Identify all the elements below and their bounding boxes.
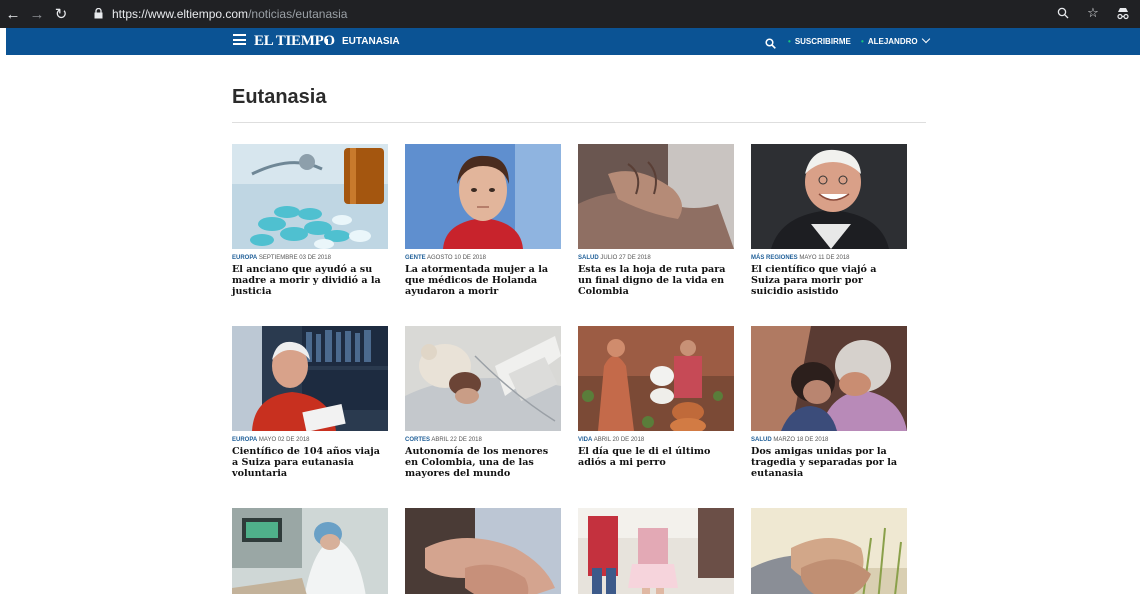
article-meta: CORTES ABRIL 22 DE 2018 [405,436,561,444]
article-meta: SALUD JULIO 27 DE 2018 [578,254,734,262]
article-card[interactable] [232,508,388,594]
article-date: ABRIL 20 DE 2018 [593,437,645,443]
zoom-icon[interactable] [1054,4,1072,22]
url-domain: https://www.eltiempo.com [112,6,249,21]
article-card[interactable]: VIDA ABRIL 20 DE 2018 El día que le di e… [578,326,734,468]
article-thumbnail[interactable] [405,144,561,249]
url-text[interactable]: https://www.eltiempo.com/noticias/eutana… [112,7,347,21]
article-meta: EUROPA SEPTIEMBRE 03 DE 2018 [232,254,388,262]
article-card[interactable]: EUROPA SEPTIEMBRE 03 DE 2018 El anciano … [232,144,388,298]
subscribe-link[interactable]: SUSCRIBIRME [788,37,851,46]
article-headline[interactable]: Dos amigas unidas por la tragedia y sepa… [751,446,907,480]
site-logo[interactable]: EL TIEMPO [254,33,335,50]
hamburger-menu-icon[interactable] [233,34,246,45]
article-card[interactable]: SALUD MARZO 18 DE 2018 Dos amigas unidas… [751,326,907,480]
article-meta: GENTE AGOSTO 10 DE 2018 [405,254,561,262]
article-category[interactable]: SALUD [578,255,599,261]
article-thumbnail[interactable] [232,326,388,431]
url-path: /noticias/eutanasia [248,6,348,21]
article-card[interactable]: CORTES ABRIL 22 DE 2018 Autonomía de los… [405,326,561,480]
article-date: SEPTIEMBRE 03 DE 2018 [258,255,331,261]
article-thumbnail[interactable] [751,144,907,249]
article-date: AGOSTO 10 DE 2018 [427,255,486,261]
address-bar[interactable]: https://www.eltiempo.com/noticias/eutana… [86,3,1116,24]
incognito-icon[interactable] [1114,4,1132,22]
article-category[interactable]: CORTES [405,437,430,443]
article-category[interactable]: GENTE [405,255,426,261]
article-card[interactable] [751,508,907,594]
browser-toolbar: ← → ↻ https://www.eltiempo.com/noticias/… [0,0,1140,28]
article-thumbnail[interactable] [405,508,561,594]
article-category[interactable]: SALUD [751,437,772,443]
site-header: EL TIEMPO EUTANASIA SUSCRIBIRME ALEJANDR… [6,28,1140,55]
article-card[interactable]: GENTE AGOSTO 10 DE 2018 La atormentada m… [405,144,561,298]
article-headline[interactable]: El científico que viajó a Suiza para mor… [751,264,907,298]
article-thumbnail[interactable] [578,144,734,249]
reload-icon[interactable]: ↻ [50,3,72,25]
chevron-down-icon [921,34,930,44]
lock-icon [92,7,104,21]
page-title: Eutanasia [232,86,327,108]
article-card[interactable]: MÁS REGIONES MAYO 11 DE 2018 El científi… [751,144,907,298]
user-name: ALEJANDRO [867,37,918,46]
article-meta: MÁS REGIONES MAYO 11 DE 2018 [751,254,907,262]
article-headline[interactable]: Científico de 104 años viaja a Suiza par… [232,446,388,480]
forward-arrow-icon[interactable]: → [26,3,48,25]
article-card[interactable]: EUROPA MAYO 02 DE 2018 Científico de 104… [232,326,388,480]
article-card[interactable] [405,508,561,594]
title-divider [232,122,926,123]
article-card[interactable]: SALUD JULIO 27 DE 2018 Esta es la hoja d… [578,144,734,298]
article-thumbnail[interactable] [578,326,734,431]
article-category[interactable]: VIDA [578,437,592,443]
article-date: ABRIL 22 DE 2018 [431,437,482,443]
article-card[interactable] [578,508,734,594]
article-date: MAYO 11 DE 2018 [799,255,850,261]
article-headline[interactable]: Autonomía de los menores en Colombia, un… [405,446,561,480]
article-thumbnail[interactable] [405,326,561,431]
article-headline[interactable]: El día que le di el último adiós a mi pe… [578,446,734,468]
article-category[interactable]: MÁS REGIONES [751,255,798,261]
article-headline[interactable]: La atormentada mujer a la que médicos de… [405,264,561,298]
article-thumbnail[interactable] [751,326,907,431]
user-menu[interactable]: ALEJANDRO [861,34,930,46]
article-headline[interactable]: El anciano que ayudó a su madre a morir … [232,264,388,298]
article-category[interactable]: EUROPA [232,437,257,443]
header-divider [326,39,328,45]
section-link[interactable]: EUTANASIA [342,36,400,47]
article-meta: EUROPA MAYO 02 DE 2018 [232,436,388,444]
article-thumbnail[interactable] [578,508,734,594]
article-date: JULIO 27 DE 2018 [600,255,651,261]
article-category[interactable]: EUROPA [232,255,257,261]
star-bookmark-icon[interactable]: ☆ [1084,4,1102,22]
back-arrow-icon[interactable]: ← [2,3,24,25]
article-meta: VIDA ABRIL 20 DE 2018 [578,436,734,444]
article-headline[interactable]: Esta es la hoja de ruta para un final di… [578,264,734,298]
article-meta: SALUD MARZO 18 DE 2018 [751,436,907,444]
article-thumbnail[interactable] [232,508,388,594]
article-date: MARZO 18 DE 2018 [773,437,829,443]
search-icon[interactable] [765,36,776,49]
article-thumbnail[interactable] [751,508,907,594]
article-thumbnail[interactable] [232,144,388,249]
article-date: MAYO 02 DE 2018 [258,437,310,443]
